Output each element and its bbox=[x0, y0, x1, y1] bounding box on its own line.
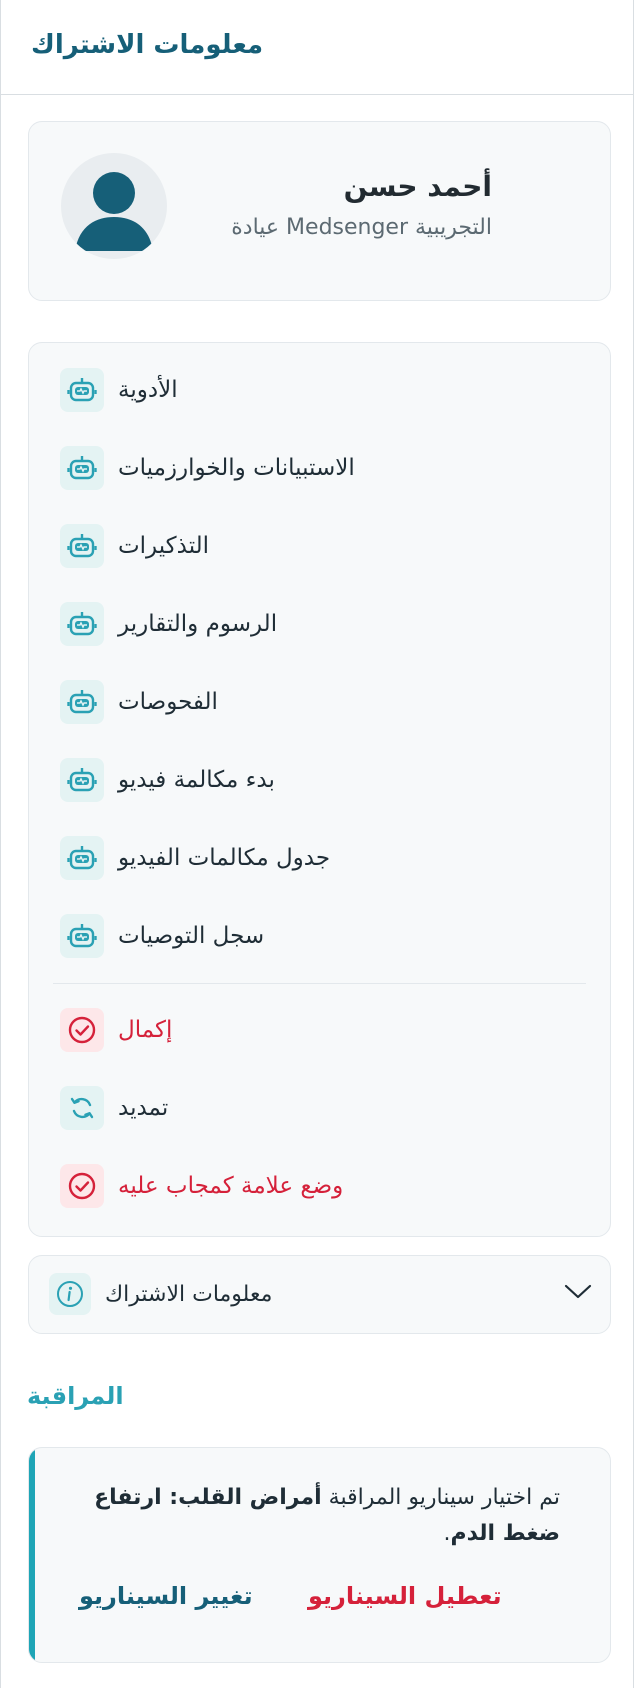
actions-menu-card: الأدوية الاستبيانات والخوارزميات التذكير… bbox=[28, 342, 611, 1237]
robot-icon bbox=[60, 680, 104, 724]
menu-divider bbox=[53, 983, 586, 984]
page-title: معلومات الاشتراك bbox=[31, 30, 264, 60]
robot-icon bbox=[60, 602, 104, 646]
menu-item-tests[interactable]: الفحوصات bbox=[60, 679, 218, 725]
info-icon bbox=[49, 1273, 91, 1315]
menu-item-label: التذكيرات bbox=[118, 533, 210, 559]
accent-bar bbox=[29, 1448, 35, 1662]
menu-item-label: الاستبيانات والخوارزميات bbox=[118, 455, 355, 481]
clinic-name: التجريبية Medsenger عيادة bbox=[231, 215, 492, 240]
menu-item-label: سجل التوصيات bbox=[118, 923, 265, 949]
menu-item-label: جدول مكالمات الفيديو bbox=[118, 845, 331, 871]
menu-item-video-call-schedule[interactable]: جدول مكالمات الفيديو bbox=[60, 835, 330, 881]
subscription-info-header: معلومات الاشتراك bbox=[49, 1273, 272, 1315]
menu-item-recommendations-log[interactable]: سجل التوصيات bbox=[60, 913, 264, 959]
menu-item-questionnaires[interactable]: الاستبيانات والخوارزميات bbox=[60, 445, 355, 491]
menu-item-label: الأدوية bbox=[118, 377, 178, 403]
check-circle-icon bbox=[60, 1164, 104, 1208]
menu-item-reminders[interactable]: التذكيرات bbox=[60, 523, 209, 569]
menu-item-medications[interactable]: الأدوية bbox=[60, 367, 178, 413]
change-scenario-button[interactable]: تغيير السيناريو bbox=[79, 1582, 253, 1610]
robot-icon bbox=[60, 524, 104, 568]
avatar bbox=[61, 153, 167, 259]
subscription-page: معلومات الاشتراك أحمد حسن التجريبية Meds… bbox=[0, 0, 634, 1688]
extend-label: تمديد bbox=[118, 1095, 169, 1121]
monitoring-text-prefix: تم اختيار سيناريو المراقبة bbox=[321, 1485, 560, 1510]
robot-icon bbox=[60, 758, 104, 802]
monitoring-section-title: المراقبة bbox=[27, 1382, 124, 1410]
profile-text: أحمد حسن التجريبية Medsenger عيادة bbox=[231, 170, 492, 240]
robot-icon bbox=[60, 836, 104, 880]
monitoring-card: تم اختيار سيناريو المراقبة أمراض القلب: … bbox=[28, 1447, 611, 1663]
menu-item-charts-reports[interactable]: الرسوم والتقارير bbox=[60, 601, 277, 647]
mark-answered-button[interactable]: وضع علامة كمجاب عليه bbox=[60, 1163, 343, 1209]
robot-icon bbox=[60, 446, 104, 490]
disable-scenario-button[interactable]: تعطيل السيناريو bbox=[308, 1582, 502, 1610]
menu-item-label: الرسوم والتقارير bbox=[118, 611, 278, 637]
check-circle-icon bbox=[60, 1008, 104, 1052]
page-header: معلومات الاشتراك bbox=[1, 0, 633, 95]
menu-item-label: بدء مكالمة فيديو bbox=[118, 767, 275, 793]
monitoring-description: تم اختيار سيناريو المراقبة أمراض القلب: … bbox=[59, 1480, 560, 1552]
menu-item-start-video-call[interactable]: بدء مكالمة فيديو bbox=[60, 757, 275, 803]
complete-label: إكمال bbox=[118, 1017, 173, 1043]
subscription-info-toggle[interactable]: معلومات الاشتراك bbox=[28, 1255, 611, 1334]
user-avatar-icon bbox=[75, 172, 153, 251]
subscription-info-label: معلومات الاشتراك bbox=[105, 1281, 273, 1307]
menu-item-label: الفحوصات bbox=[118, 689, 218, 715]
patient-name: أحمد حسن bbox=[343, 170, 492, 203]
chevron-down-icon bbox=[564, 1282, 592, 1306]
refresh-icon bbox=[60, 1086, 104, 1130]
robot-icon bbox=[60, 368, 104, 412]
extend-button[interactable]: تمديد bbox=[60, 1085, 168, 1131]
robot-icon bbox=[60, 914, 104, 958]
mark-answered-label: وضع علامة كمجاب عليه bbox=[118, 1173, 344, 1199]
complete-button[interactable]: إكمال bbox=[60, 1007, 172, 1053]
patient-profile-card: أحمد حسن التجريبية Medsenger عيادة bbox=[28, 121, 611, 301]
